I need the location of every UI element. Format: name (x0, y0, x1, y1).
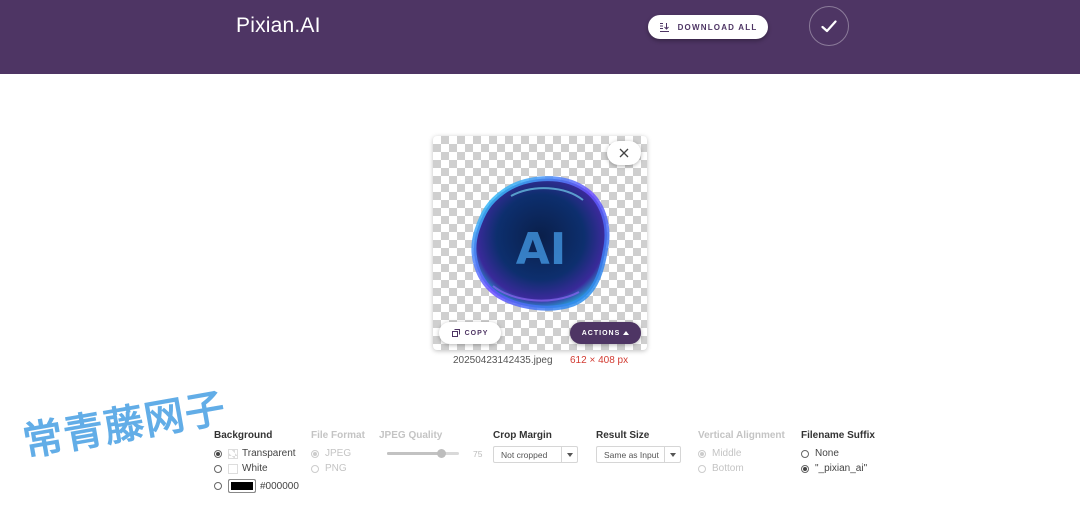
file-format-option-label: PNG (325, 463, 347, 474)
radio-button[interactable] (214, 449, 222, 458)
vertical-alignment-option-bottom[interactable]: Bottom (698, 461, 785, 476)
filename-suffix-option-none[interactable]: None (801, 446, 875, 461)
actions-label: ACTIONS (581, 329, 621, 337)
filename-suffix-option-label: "_pixian_ai" (815, 463, 868, 474)
background-color-value: #000000 (260, 480, 299, 492)
done-button[interactable] (809, 6, 849, 46)
jpeg-quality-options: JPEG Quality 75 (379, 430, 482, 461)
watermark-text: 常青藤网子 (19, 385, 230, 467)
vertical-alignment-option-label: Middle (712, 448, 742, 459)
image-dimensions: 612 × 408 px (570, 355, 629, 366)
chevron-down-icon (561, 447, 577, 462)
radio-button[interactable] (214, 482, 222, 490)
crop-margin-options: Crop Margin Not cropped (493, 430, 578, 463)
radio-button[interactable] (801, 464, 809, 473)
filename-suffix-option-pixian[interactable]: "_pixian_ai" (801, 461, 875, 476)
slider-track[interactable] (387, 449, 459, 458)
transparent-swatch (228, 448, 238, 459)
download-all-button[interactable]: DOWNLOAD ALL (648, 15, 768, 39)
result-image: AI (471, 176, 610, 311)
jpeg-quality-title: JPEG Quality (379, 430, 443, 441)
result-size-options: Result Size Same as Input (596, 430, 681, 463)
radio-button[interactable] (698, 449, 706, 458)
image-filename: 20250423142435.jpeg (453, 355, 553, 366)
white-swatch (228, 463, 238, 474)
caret-up-icon (623, 331, 630, 335)
filename-suffix-options: Filename Suffix None "_pixian_ai" (801, 430, 875, 476)
remove-image-button[interactable] (607, 141, 641, 165)
file-format-option-label: JPEG (325, 448, 352, 459)
result-size-title: Result Size (596, 430, 650, 441)
background-option-color[interactable]: #000000 (214, 476, 299, 496)
copy-label: COPY (464, 329, 489, 337)
background-option-transparent[interactable]: Transparent (214, 446, 299, 461)
slider-handle[interactable] (436, 449, 446, 458)
crop-margin-select[interactable]: Not cropped (493, 446, 578, 463)
radio-button[interactable] (801, 449, 809, 458)
download-all-label: DOWNLOAD ALL (677, 22, 758, 32)
result-size-value: Same as Input (604, 449, 659, 460)
background-option-white[interactable]: White (214, 461, 299, 476)
vertical-alignment-title: Vertical Alignment (698, 430, 785, 441)
vertical-alignment-options: Vertical Alignment Middle Bottom (698, 430, 785, 476)
checkmark-icon (821, 19, 837, 32)
filename-suffix-option-label: None (815, 448, 839, 459)
jpeg-quality-value: 75 (473, 448, 483, 459)
radio-button[interactable] (311, 449, 319, 458)
radio-button[interactable] (311, 464, 319, 473)
chevron-down-icon (664, 447, 680, 462)
background-option-label: Transparent (242, 448, 296, 459)
image-overlay-text: AI (516, 224, 566, 275)
copy-button[interactable]: COPY (439, 322, 501, 344)
crop-margin-title: Crop Margin (493, 430, 552, 441)
close-icon (619, 148, 629, 158)
file-format-option-png[interactable]: PNG (311, 461, 365, 476)
background-options: Background Transparent White #000000 (214, 430, 299, 496)
filename-suffix-title: Filename Suffix (801, 430, 875, 441)
file-format-options: File Format JPEG PNG (311, 430, 365, 476)
file-format-option-jpeg[interactable]: JPEG (311, 446, 365, 461)
background-option-label: White (242, 463, 268, 474)
vertical-alignment-option-label: Bottom (712, 463, 744, 474)
result-size-select[interactable]: Same as Input (596, 446, 681, 463)
copy-icon (451, 329, 460, 337)
vertical-alignment-option-middle[interactable]: Middle (698, 446, 785, 461)
jpeg-quality-slider[interactable]: 75 (379, 446, 482, 461)
result-image-card: AI COPY ACTIONS (433, 136, 647, 350)
actions-button[interactable]: ACTIONS (570, 322, 641, 344)
crop-margin-value: Not cropped (501, 449, 548, 460)
top-bar: Pixian.AI DOWNLOAD ALL (0, 0, 1080, 74)
slider-fill (387, 452, 441, 455)
radio-button[interactable] (698, 464, 706, 473)
radio-button[interactable] (214, 464, 222, 473)
color-picker[interactable] (228, 479, 256, 493)
file-format-title: File Format (311, 430, 365, 441)
download-icon (659, 22, 669, 32)
brand-logo[interactable]: Pixian.AI (236, 14, 321, 38)
